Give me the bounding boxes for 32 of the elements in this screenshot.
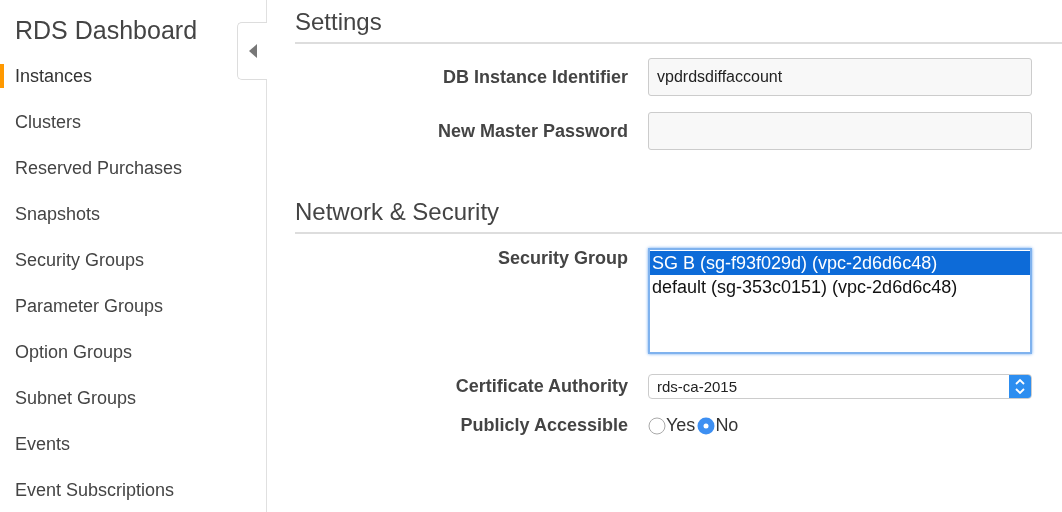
field-label: Security Group [497, 248, 628, 269]
sidebar-item[interactable]: Clusters [4, 111, 81, 133]
field-label: Certificate Authority [455, 376, 628, 397]
active-indicator [0, 64, 4, 88]
sidebar-item[interactable]: Snapshots [4, 203, 101, 225]
listbox-option[interactable]: SG B (sg-f93f029d) (vpc-2d6d6c48) [650, 251, 1030, 275]
section-heading: Network & Security [295, 198, 500, 226]
security-group-listbox[interactable]: SG B (sg-f93f029d) (vpc-2d6d6c48) default (sg-353c0151) (vpc-2d6d6c48) [648, 248, 1032, 354]
sidebar-item[interactable]: Security Groups [4, 249, 145, 271]
updown-icon [1009, 375, 1031, 398]
listbox-option[interactable]: default (sg-353c0151) (vpc-2d6d6c48) [650, 275, 1030, 299]
sidebar-item[interactable]: Reserved Purchases [4, 157, 183, 179]
sidebar-item[interactable]: Parameter Groups [4, 295, 164, 317]
radio-label: No [715, 415, 739, 436]
radio-button[interactable] [648, 416, 666, 435]
sidebar-item[interactable]: Instances [4, 65, 93, 87]
caret-icon [248, 44, 257, 58]
sidebar-item[interactable]: Events [4, 433, 71, 455]
field-label: Publicly Accessible [460, 415, 628, 436]
collapse-button[interactable] [237, 22, 267, 80]
sidebar-item[interactable]: Event Subscriptions [4, 479, 175, 501]
radio-label: Yes [666, 415, 696, 436]
sidebar-title: RDS Dashboard [15, 16, 198, 45]
field-label: New Master Password [437, 120, 628, 142]
dropdown[interactable]: rds-ca-2015 [648, 374, 1032, 399]
text-field[interactable] [648, 112, 1032, 150]
sidebar-item[interactable]: Subnet Groups [4, 387, 137, 409]
section-heading: Settings [295, 8, 382, 36]
field-label: DB Instance Identifier [442, 66, 628, 88]
text-field[interactable]: vpdrdsdiffaccount [648, 58, 1032, 96]
radio-button[interactable] [697, 416, 716, 435]
sidebar-item[interactable]: Option Groups [4, 341, 133, 363]
